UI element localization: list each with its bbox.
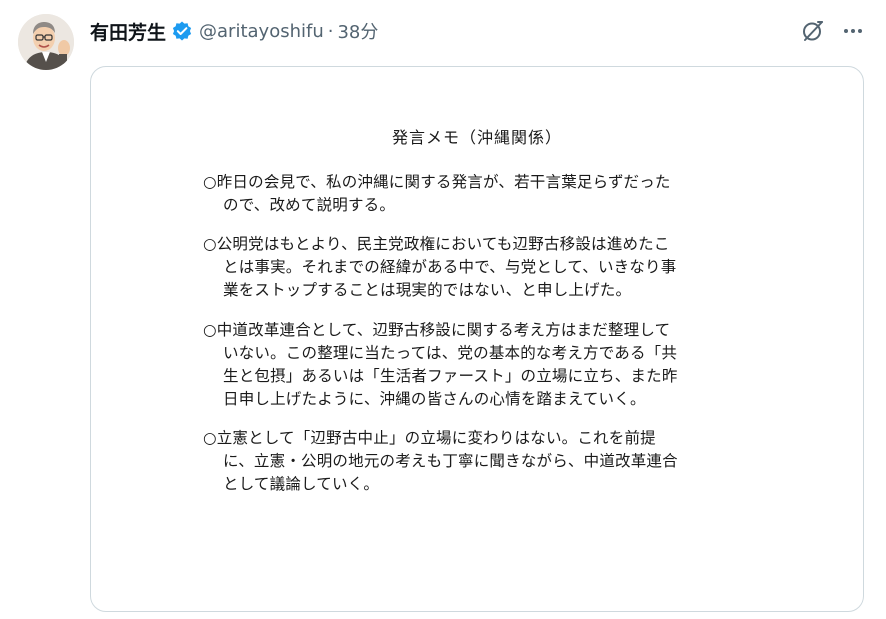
memo-paragraph: ○中道改革連合として、辺野古移設に関する考え方はまだ整理して いない。この整理に… <box>203 319 783 411</box>
memo-line: として議論していく。 <box>223 475 380 493</box>
memo-paragraph: ○公明党はもとより、民主党政権においても辺野古移設は進めたこ とは事実。それまで… <box>203 233 783 302</box>
memo-line: 生と包摂」あるいは「生活者ファースト」の立場に立ち、また昨 <box>223 367 678 385</box>
author-handle[interactable]: @aritayoshifu <box>199 21 324 42</box>
memo-paragraph: ○立憲として「辺野古中止」の立場に変わりはない。これを前提 に、立憲・公明の地元… <box>203 427 783 496</box>
memo-line: ○中道改革連合として、辺野古移設に関する考え方はまだ整理して <box>203 321 671 339</box>
grok-icon <box>803 21 823 41</box>
more-horizontal-icon <box>844 29 862 33</box>
memo-line: とは事実。それまでの経緯がある中で、与党として、いきなり事 <box>223 258 677 276</box>
memo-title: 発言メモ（沖縄関係） <box>391 128 562 147</box>
more-button[interactable] <box>840 18 866 44</box>
memo-line: に、立憲・公明の地元の考えも丁寧に聞きながら、中道改革連合 <box>223 452 678 470</box>
post-header: 有田芳生 @aritayoshifu · 38分 <box>90 16 378 46</box>
avatar-illustration <box>18 14 74 70</box>
post-timestamp[interactable]: 38分 <box>337 18 378 44</box>
memo-line: 日申し上げたように、沖縄の皆さんの心情を踏まえていく。 <box>223 390 646 408</box>
memo-line: ので、改めて説明する。 <box>223 196 396 214</box>
avatar[interactable] <box>18 14 74 70</box>
memo-paragraph: ○昨日の会見で、私の沖縄に関する発言が、若干言葉足らずだった ので、改めて説明す… <box>203 171 783 217</box>
separator-dot: · <box>327 20 334 42</box>
memo-line: ○昨日の会見で、私の沖縄に関する発言が、若干言葉足らずだった <box>203 173 671 191</box>
memo-line: ○立憲として「辺野古中止」の立場に変わりはない。これを前提 <box>203 429 656 447</box>
memo-line: いない。この整理に当たっては、党の基本的な考え方である「共 <box>223 344 678 362</box>
memo-document: 発言メモ（沖縄関係） ○昨日の会見で、私の沖縄に関する発言が、若干言葉足らずだっ… <box>91 67 863 611</box>
author-name[interactable]: 有田芳生 <box>90 18 166 45</box>
grok-button[interactable] <box>800 18 826 44</box>
memo-line: 業をストップすることは現実的ではない、と申し上げた。 <box>223 281 632 299</box>
post-media-image[interactable]: 発言メモ（沖縄関係） ○昨日の会見で、私の沖縄に関する発言が、若干言葉足らずだっ… <box>90 66 864 612</box>
verified-badge-icon[interactable] <box>171 20 193 42</box>
memo-line: ○公明党はもとより、民主党政権においても辺野古移設は進めたこ <box>203 235 670 253</box>
